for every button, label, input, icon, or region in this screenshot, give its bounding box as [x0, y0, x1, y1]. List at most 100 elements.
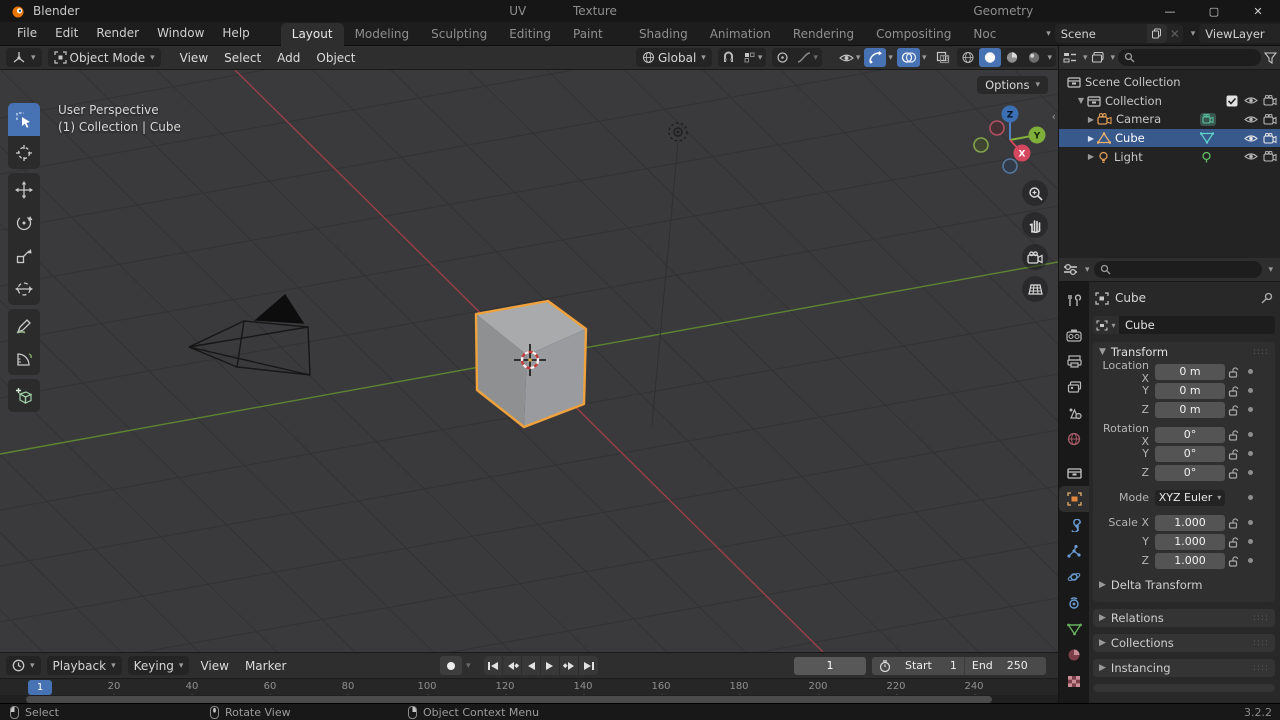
- play-reverse-button[interactable]: [522, 656, 541, 675]
- lock-icon[interactable]: [1225, 448, 1243, 460]
- scene-unlink-icon[interactable]: ✕: [1167, 24, 1183, 43]
- cube-expand-arrow[interactable]: ▶: [1085, 134, 1097, 143]
- show-object-types-icon[interactable]: ▾: [835, 48, 865, 67]
- outliner-row-light[interactable]: ▶ Light: [1059, 147, 1280, 166]
- tab-layout[interactable]: Layout: [280, 22, 344, 46]
- show-overlays-toggle[interactable]: [896, 48, 920, 67]
- hide-in-viewport-eye-icon[interactable]: [1244, 133, 1258, 144]
- zoom-button[interactable]: [1022, 180, 1048, 206]
- menu-edit[interactable]: Edit: [46, 22, 87, 45]
- show-gizmo-toggle[interactable]: [864, 48, 887, 67]
- properties-search-input[interactable]: [1093, 261, 1263, 278]
- record-options-caret[interactable]: ▾: [466, 661, 471, 671]
- timeline-ruler[interactable]: 20 40 60 80 100 120 140 160 180 200 220 …: [0, 678, 1058, 697]
- timeline-scrollbar-handle[interactable]: [26, 696, 992, 703]
- scene-name[interactable]: Scene: [1055, 27, 1147, 41]
- tab-uv-editing[interactable]: UV Editing: [498, 0, 562, 46]
- filter-icon[interactable]: [1264, 51, 1277, 64]
- close-button[interactable]: ✕: [1236, 0, 1280, 22]
- tab-material[interactable]: [1059, 642, 1089, 668]
- disable-in-renders-camera-icon[interactable]: [1263, 132, 1277, 144]
- rotation-x-field[interactable]: 0°: [1155, 426, 1225, 443]
- tab-constraints[interactable]: [1059, 590, 1089, 616]
- scale-x-field[interactable]: 1.000: [1155, 514, 1225, 531]
- tab-physics[interactable]: [1059, 564, 1089, 590]
- tab-collection[interactable]: [1059, 460, 1089, 486]
- properties-editor-icon[interactable]: [1063, 263, 1079, 276]
- animate-dot[interactable]: [1243, 558, 1257, 563]
- animate-dot[interactable]: [1243, 539, 1257, 544]
- scale-z-field[interactable]: 1.000: [1155, 552, 1225, 569]
- select-menu[interactable]: Select: [216, 51, 269, 65]
- outliner-row-collection[interactable]: ▼ Collection: [1059, 92, 1280, 111]
- view-menu[interactable]: View: [172, 51, 216, 65]
- minimize-button[interactable]: —: [1148, 0, 1192, 22]
- gizmo-x-neg-axis[interactable]: [989, 120, 1005, 136]
- camera-object[interactable]: [188, 293, 311, 376]
- outliner-row-scene-collection[interactable]: Scene Collection: [1059, 73, 1280, 92]
- rotation-z-field[interactable]: 0°: [1155, 464, 1225, 481]
- object-menu[interactable]: Object: [308, 51, 363, 65]
- lock-icon[interactable]: [1225, 555, 1243, 567]
- editor-type-selector[interactable]: ▾: [6, 48, 42, 67]
- lock-icon[interactable]: [1225, 385, 1243, 397]
- proportional-falloff-icon[interactable]: ▾: [793, 48, 822, 67]
- shading-wireframe-icon[interactable]: [957, 48, 979, 67]
- shading-solid-icon[interactable]: [979, 48, 1002, 67]
- partial-panel[interactable]: [1093, 684, 1275, 692]
- viewport-canvas[interactable]: User Perspective (1) Collection | Cube O…: [0, 70, 1058, 652]
- start-frame-field[interactable]: Start 1: [898, 659, 964, 672]
- rotation-mode-dropdown[interactable]: XYZ Euler ▾: [1155, 489, 1225, 506]
- outliner-display-mode-icon[interactable]: [1091, 51, 1106, 64]
- tab-object-data[interactable]: [1059, 616, 1089, 642]
- tab-output[interactable]: [1059, 348, 1089, 374]
- tool-scale[interactable]: [8, 239, 40, 272]
- tool-transform[interactable]: [8, 272, 40, 305]
- current-frame-field[interactable]: 1: [794, 656, 866, 675]
- tab-animation[interactable]: Animation: [699, 23, 782, 46]
- gizmo-y-neg-axis[interactable]: [973, 137, 989, 153]
- maximize-button[interactable]: ▢: [1192, 0, 1236, 22]
- menu-file[interactable]: File: [8, 22, 46, 45]
- animate-dot[interactable]: [1243, 388, 1257, 393]
- options-button[interactable]: Options ▾: [977, 76, 1048, 94]
- snap-toggle-magnet-icon[interactable]: [718, 48, 739, 67]
- play-button[interactable]: [541, 656, 560, 675]
- disable-in-renders-camera-icon[interactable]: [1263, 151, 1277, 162]
- animate-dot[interactable]: [1243, 369, 1257, 374]
- outliner-row-camera[interactable]: ▶ Camera: [1059, 110, 1280, 129]
- light-expand-arrow[interactable]: ▶: [1085, 152, 1097, 161]
- lock-icon[interactable]: [1225, 429, 1243, 441]
- outliner-editor-icon[interactable]: [1063, 51, 1078, 64]
- lock-icon[interactable]: [1225, 517, 1243, 529]
- lock-icon[interactable]: [1225, 536, 1243, 548]
- shading-rendered-icon[interactable]: [1023, 48, 1045, 67]
- tab-compositing[interactable]: Compositing: [865, 23, 962, 46]
- shading-material-icon[interactable]: [1001, 48, 1023, 67]
- outliner-search-input[interactable]: [1118, 49, 1261, 66]
- tool-annotate[interactable]: [8, 309, 40, 342]
- menu-window[interactable]: Window: [148, 22, 213, 45]
- animate-dot[interactable]: [1243, 451, 1257, 456]
- menu-help[interactable]: Help: [213, 22, 258, 45]
- auto-keyframe-record-button[interactable]: [440, 656, 462, 675]
- animate-dot[interactable]: [1243, 520, 1257, 525]
- breadcrumb-object-name[interactable]: Cube: [1115, 291, 1146, 305]
- lock-icon[interactable]: [1225, 366, 1243, 378]
- hide-in-viewport-eye-icon[interactable]: [1244, 95, 1258, 106]
- tab-texture-paint[interactable]: Texture Paint: [562, 0, 628, 46]
- tab-shading[interactable]: Shading: [628, 23, 699, 46]
- snap-settings-icon[interactable]: ▾: [739, 48, 767, 67]
- timeline-editor-type-selector[interactable]: ▾: [6, 656, 41, 675]
- tab-particles[interactable]: [1059, 538, 1089, 564]
- location-y-field[interactable]: 0 m: [1155, 382, 1225, 399]
- timeline-view-menu[interactable]: View: [192, 659, 236, 673]
- light-object[interactable]: [668, 122, 688, 142]
- outliner-row-cube[interactable]: ▶ Cube: [1059, 128, 1280, 148]
- tool-cursor[interactable]: [8, 136, 40, 169]
- object-id-icon[interactable]: ▾: [1093, 316, 1119, 334]
- tab-world[interactable]: [1059, 426, 1089, 452]
- camera-expand-arrow[interactable]: ▶: [1085, 115, 1097, 124]
- lock-icon[interactable]: [1225, 467, 1243, 479]
- tool-add-cube[interactable]: [8, 379, 40, 412]
